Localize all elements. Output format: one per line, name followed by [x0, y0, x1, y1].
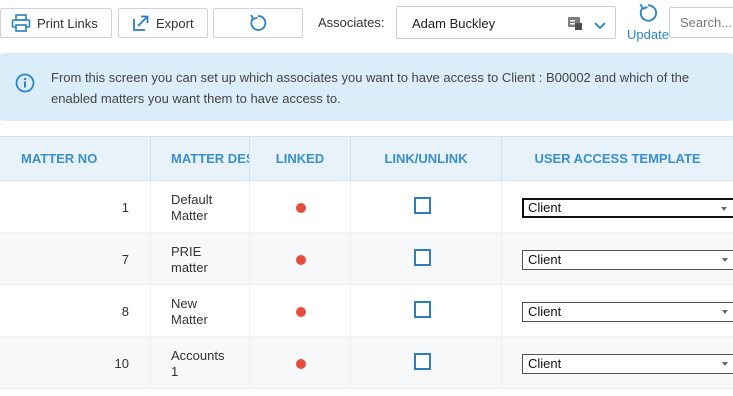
refresh-button[interactable] — [213, 8, 303, 38]
update-button[interactable]: Update — [625, 2, 671, 42]
export-button[interactable]: Export — [118, 8, 208, 38]
link-checkbox[interactable] — [414, 353, 431, 370]
associates-selected-value: Adam Buckley — [412, 16, 496, 31]
matter-description: Default Matter — [171, 192, 241, 224]
matter-description-cell: New Matter — [151, 285, 250, 337]
user-access-template-select[interactable]: Client — [522, 250, 733, 270]
column-header-user-access-template[interactable]: USER ACCESS TEMPLATE — [502, 137, 733, 181]
dropdown-arrow-icon — [722, 310, 728, 314]
link-unlink-cell — [351, 181, 502, 233]
printer-icon — [11, 14, 31, 32]
matter-no: 7 — [121, 252, 129, 267]
template-value: Client — [528, 304, 562, 319]
linked-status-dot — [296, 307, 306, 317]
link-checkbox[interactable] — [414, 197, 431, 214]
table-row: 7 PRIE matter Client — [0, 233, 733, 285]
user-access-template-select[interactable]: Client — [522, 302, 733, 322]
matter-no: 8 — [121, 304, 129, 319]
matter-description: New Matter — [171, 296, 241, 328]
dropdown-arrow-icon — [722, 258, 728, 262]
dropdown-arrow-icon — [722, 362, 728, 366]
matter-description-line: Matter — [171, 208, 208, 223]
column-header-matter-description[interactable]: MATTER DESCRIPTION — [151, 137, 250, 181]
table-row: 8 New Matter Client — [0, 285, 733, 337]
matter-description-line: Accounts — [171, 348, 225, 363]
refresh-icon — [625, 2, 671, 24]
template-cell: Client — [502, 233, 733, 285]
linked-status-dot — [296, 359, 306, 369]
matter-description-line: Matter — [171, 312, 208, 327]
link-unlink-cell — [351, 285, 502, 337]
search-input[interactable] — [669, 7, 733, 38]
table-row: 1 Default Matter Client — [0, 181, 733, 233]
toolbar: Print Links Export Associates: Adam Buck… — [0, 0, 733, 46]
linked-cell — [250, 233, 351, 285]
print-links-label: Print Links — [37, 15, 98, 31]
table-header: MATTER NO MATTER DESCRIPTION LINKED LINK… — [0, 136, 733, 181]
matter-no-cell: 8 — [0, 285, 151, 337]
linked-cell — [250, 181, 351, 233]
matter-description-cell: PRIE matter — [151, 233, 250, 285]
template-cell: Client — [502, 181, 733, 233]
column-header-linked[interactable]: LINKED — [250, 137, 351, 181]
template-value: Client — [528, 200, 562, 215]
matter-description-line: New — [171, 296, 198, 311]
link-unlink-cell — [351, 233, 502, 285]
matter-no-cell: 7 — [0, 233, 151, 285]
matter-description-line: Default — [171, 192, 213, 207]
matter-description: PRIE matter — [171, 244, 241, 276]
table-row: 10 Accounts 1 Client — [0, 337, 733, 389]
matter-description-line: 1 — [171, 364, 179, 379]
user-access-template-select[interactable]: Client — [522, 354, 733, 374]
associates-label: Associates: — [318, 15, 385, 30]
matter-no-cell: 10 — [0, 337, 151, 389]
linked-status-dot — [296, 255, 306, 265]
template-cell: Client — [502, 337, 733, 389]
matter-description-line: matter — [171, 260, 208, 275]
matter-no-cell: 1 — [0, 181, 151, 233]
matter-description-line: PRIE — [171, 244, 202, 259]
column-header-matter-no[interactable]: MATTER NO — [0, 137, 151, 181]
chevron-down-icon[interactable] — [594, 18, 606, 33]
info-banner-text: From this screen you can set up which as… — [51, 70, 690, 106]
matter-description-cell: Default Matter — [151, 181, 250, 233]
info-icon — [15, 73, 35, 96]
print-links-button[interactable]: Print Links — [0, 8, 112, 38]
contact-card-icon — [567, 15, 583, 34]
associates-select[interactable]: Adam Buckley — [396, 6, 616, 39]
link-checkbox[interactable] — [414, 249, 431, 266]
matter-no: 10 — [114, 356, 129, 371]
matter-description: Accounts 1 — [171, 348, 241, 380]
update-label: Update — [627, 27, 669, 42]
template-cell: Client — [502, 285, 733, 337]
column-header-link-unlink[interactable]: LINK/UNLINK — [351, 137, 502, 181]
info-banner: From this screen you can set up which as… — [0, 53, 733, 121]
matter-no: 1 — [121, 200, 129, 215]
template-value: Client — [528, 356, 562, 371]
refresh-icon — [248, 13, 268, 33]
linked-cell — [250, 285, 351, 337]
link-checkbox[interactable] — [414, 301, 431, 318]
link-unlink-cell — [351, 337, 502, 389]
matter-description-cell: Accounts 1 — [151, 337, 250, 389]
export-icon — [132, 14, 150, 32]
export-label: Export — [156, 15, 194, 31]
linked-cell — [250, 337, 351, 389]
linked-status-dot — [296, 203, 306, 213]
template-value: Client — [528, 252, 562, 267]
dropdown-arrow-icon — [721, 207, 727, 211]
user-access-template-select[interactable]: Client — [522, 198, 733, 218]
